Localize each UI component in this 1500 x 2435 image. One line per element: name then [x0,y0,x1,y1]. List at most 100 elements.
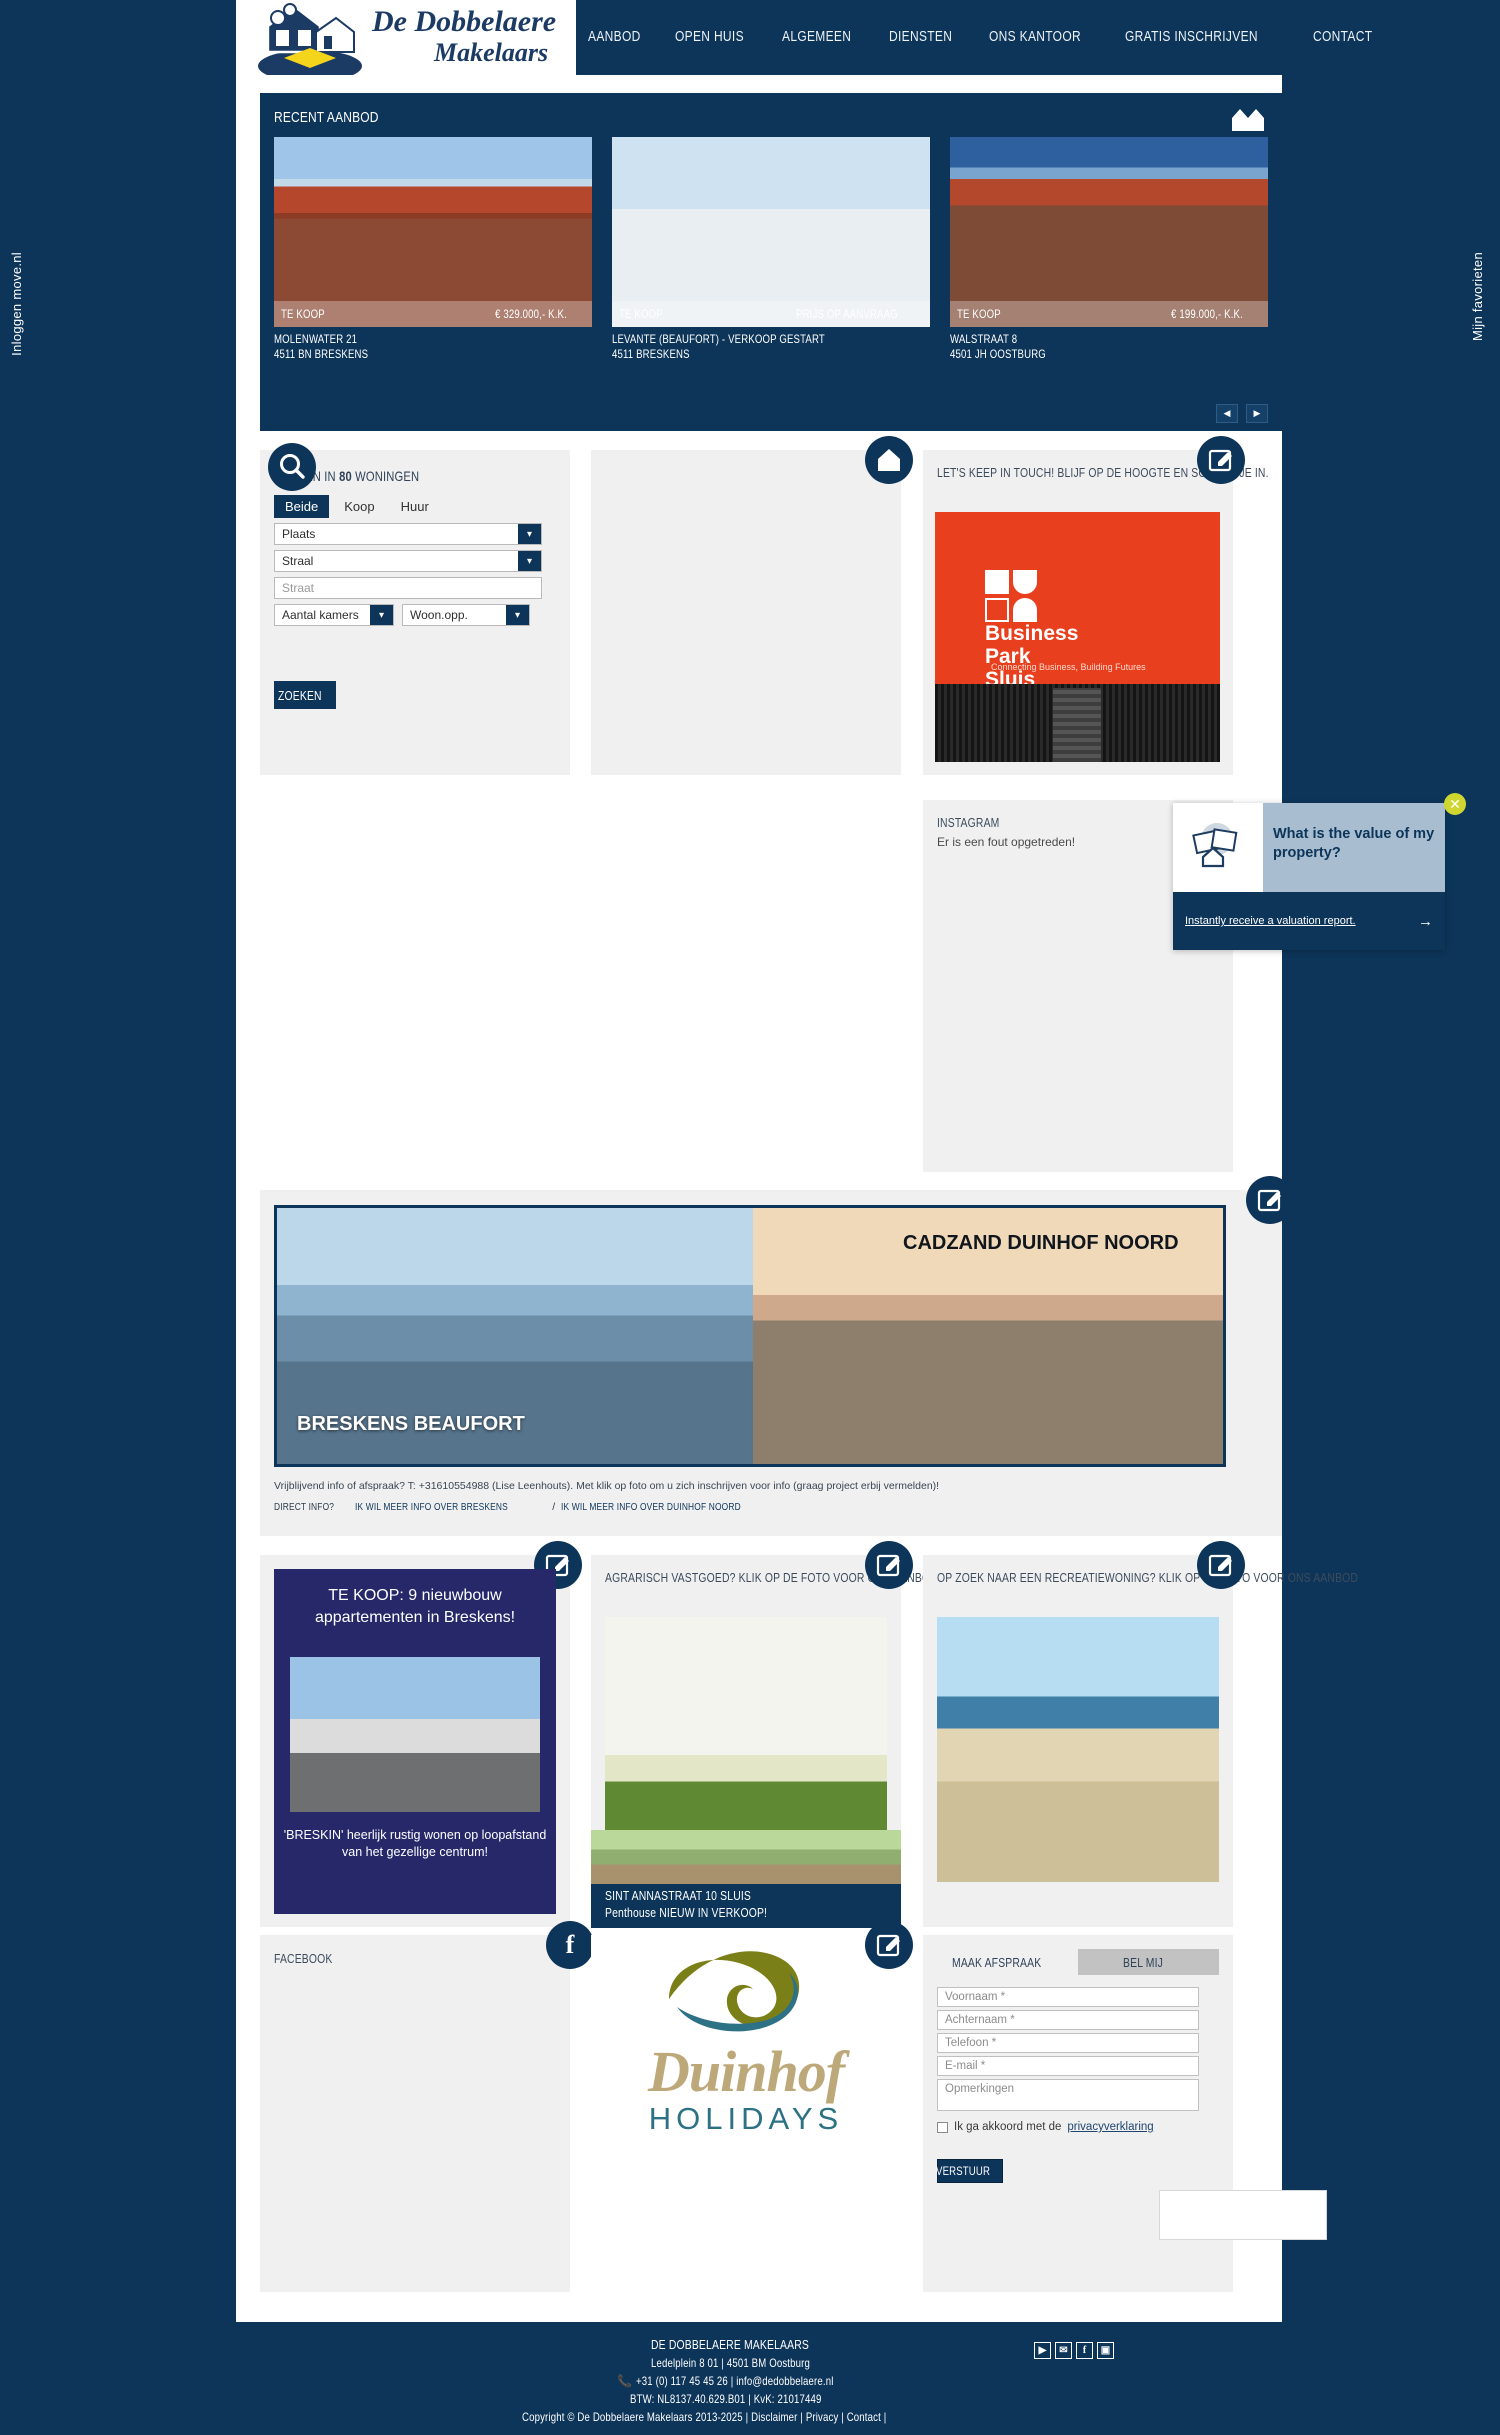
carousel-prev-button[interactable]: ◀ [1216,404,1238,423]
recent-listings-section: RECENT AANBOD TE KOOP € 329.000,- K.K. M… [260,93,1282,431]
duinhof-wordmark: Duinhof [647,2039,845,2104]
listing-status: TE KOOP [281,307,325,321]
project-label: BRESKENS BEAUFORT [297,1413,525,1435]
nav-item-gratis-inschrijven[interactable]: GRATIS INSCHRIJVEN [1125,28,1291,45]
tab-huur[interactable]: Huur [390,495,440,518]
promo-card-recreatiewoning: OP ZOEK NAAR EEN RECREATIEWONING? KLIK O… [923,1541,1359,1927]
direct-info-label: DIRECT INFO? [274,1501,335,1513]
edit-badge[interactable] [1246,1176,1294,1224]
nav-item-contact[interactable]: CONTACT [1313,28,1387,45]
valuation-popup[interactable]: What is the value of my property? Instan… [1173,803,1445,950]
duinhof-holidays-card[interactable]: Duinhof HOLIDAYS [591,1921,913,2292]
valuation-illustration [1173,803,1263,892]
footer-address: Ledelplein 8 01 | 4501 BM Oostburg [650,2356,810,2370]
listing-price-strip: TE KOOP PRIJS OP AANVRAAG [612,301,930,327]
site-header: De Dobbelaere Makelaars AANBOD OPEN HUIS… [236,0,1372,75]
facebook-icon[interactable]: f [1076,2342,1093,2359]
listing-price-strip: TE KOOP € 199.000,- K.K. [950,301,1268,327]
login-move-label: Inloggen move.nl [9,252,24,356]
site-footer: DE DOBBELAERE MAKELAARS Ledelplein 8 01 … [0,2322,1500,2435]
chevron-down-icon: ▾ [518,524,541,544]
verstuur-button[interactable]: VERSTUUR [936,2159,1003,2183]
search-type-tabs: Beide Koop Huur [274,495,440,518]
sint-anna-photo [591,1830,901,1886]
tab-bel-mij[interactable]: BEL MIJ [1078,1949,1219,1975]
newsletter-banner-image[interactable]: Business Park Sluis Connecting Business,… [935,512,1220,762]
twitter-icon[interactable]: ✉ [1055,2342,1072,2359]
aantal-kamers-select[interactable]: Aantal kamers ▾ [274,604,394,626]
project-label: CADZAND DUINHOF NOORD [903,1232,1179,1254]
home-badge[interactable] [865,436,913,484]
zoeken-button[interactable]: ZOEKEN [274,681,336,709]
promo-breskin-inner[interactable]: TE KOOP: 9 nieuwbouw appartementen in Br… [274,1569,556,1914]
newsletter-card: LET'S KEEP IN TOUCH! BLIJF OP DE HOOGTE … [923,436,1268,775]
listing-price: € 199.000,- K.K. [1171,307,1244,321]
instagram-icon[interactable]: ▣ [1097,2342,1114,2359]
link-info-duinhof-noord[interactable]: IK WIL MEER INFO OVER DUINHOF NOORD [561,1501,786,1513]
promo-card-breskin: TE KOOP: 9 nieuwbouw appartementen in Br… [260,1541,582,1927]
listing-status: TE KOOP [619,307,663,321]
footer-company-name: DE DOBBELAERE MAKELAARS [651,2337,810,2352]
link-info-breskens[interactable]: IK WIL MEER INFO OVER BRESKENS [355,1501,546,1513]
listing-card[interactable]: TE KOOP € 199.000,- K.K. WALSTRAAT 8 450… [950,137,1268,362]
tab-koop[interactable]: Koop [333,495,385,518]
search-icon-badge[interactable] [268,443,316,491]
carousel-next-button[interactable]: ▶ [1246,404,1268,423]
valuation-link[interactable]: Instantly receive a valuation report. [1185,914,1418,928]
project-breskens-beaufort[interactable]: BRESKENS BEAUFORT [277,1208,753,1464]
promo-footer: 'BRESKIN' heerlijk rustig wonen op loopa… [283,1828,547,1859]
edit-badge[interactable] [1197,1541,1245,1589]
listing-photo: TE KOOP € 199.000,- K.K. [950,137,1268,327]
straat-input[interactable]: Straat [274,577,542,599]
listing-card[interactable]: TE KOOP € 329.000,- K.K. MOLENWATER 21 4… [274,137,592,362]
opmerkingen-textarea[interactable]: Opmerkingen [937,2079,1199,2111]
achternaam-field[interactable]: Achternaam * [937,2010,1199,2030]
duinhof-logo: Duinhof HOLIDAYS [591,1945,901,2136]
promo-title: OP ZOEK NAAR EEN RECREATIEWONING? KLIK O… [937,1570,1359,1585]
facebook-card: FACEBOOK [260,1935,570,2292]
email-field[interactable]: E-mail * [937,2056,1199,2076]
nav-item-aanbod[interactable]: AANBOD [588,28,654,45]
listing-status: TE KOOP [957,307,1001,321]
promo-photo[interactable] [937,1617,1219,1882]
consent-checkbox[interactable] [937,2121,948,2133]
recaptcha-widget[interactable] [1159,2190,1327,2240]
woonopp-select[interactable]: Woon.opp. ▾ [402,604,530,626]
sint-anna-caption[interactable]: SINT ANNASTRAAT 10 SLUIS Penthouse NIEUW… [591,1884,901,1928]
plaats-select[interactable]: Plaats ▾ [274,523,542,545]
nav-item-ons-kantoor[interactable]: ONS KANTOOR [989,28,1104,45]
close-icon[interactable]: ✕ [1444,793,1466,815]
banner-direct-links: DIRECT INFO? IK WIL MEER INFO OVER BRESK… [274,1501,786,1513]
login-move-tab[interactable]: Inloggen move.nl [9,252,24,356]
tab-beide[interactable]: Beide [274,495,330,518]
favorites-label: Mijn favorieten [1470,252,1485,342]
logo[interactable]: De Dobbelaere Makelaars [236,0,576,75]
edit-badge[interactable] [1197,436,1245,484]
valuation-question: What is the value of my property? [1273,826,1435,861]
valuation-popup-bottom[interactable]: Instantly receive a valuation report. → [1173,892,1445,950]
favorites-tab[interactable]: Mijn favorieten [1470,252,1485,341]
footer-tax: BTW: NL8137.40.629.B01 | KvK: 21017449 [630,2392,822,2406]
carousel-nav: ◀ ▶ [1216,404,1268,423]
youtube-icon[interactable]: ▶ [1034,2342,1051,2359]
footer-company-block: DE DOBBELAERE MAKELAARS Ledelplein 8 01 … [0,2322,1500,2426]
nav-item-diensten[interactable]: DIENSTEN [889,28,968,45]
listing-card[interactable]: TE KOOP PRIJS OP AANVRAAG LEVANTE (BEAUF… [612,137,930,362]
nav-item-algemeen[interactable]: ALGEMEEN [782,28,869,45]
home-icon [878,449,900,471]
edit-pencil-icon [1257,1189,1281,1212]
voornaam-field[interactable]: Voornaam * [937,1987,1199,2007]
privacy-link[interactable]: privacyverklaring [1067,2121,1153,2133]
facebook-badge[interactable]: f [546,1921,594,1969]
telefoon-field[interactable]: Telefoon * [937,2033,1199,2053]
project-cadzand-duinhof-noord[interactable]: CADZAND DUINHOF NOORD [753,1208,1223,1464]
footer-copyright: Copyright © De Dobbelaere Makelaars 2013… [522,2410,887,2424]
tab-maak-afspraak[interactable]: MAAK AFSPRAAK [937,1949,1078,1975]
edit-badge[interactable] [865,1541,913,1589]
straal-select[interactable]: Straal ▾ [274,550,542,572]
promo-title: AGRARISCH VASTGOED? KLIK OP DE FOTO VOOR… [605,1570,938,1585]
consent-row: Ik ga akkoord met de privacyverklaring [937,2121,1154,2133]
double-house-icon [1232,109,1264,131]
banner-note: Vrijblijvend info of afspraak? T: +31610… [274,1480,940,1492]
nav-item-open-huis[interactable]: OPEN HUIS [675,28,761,45]
